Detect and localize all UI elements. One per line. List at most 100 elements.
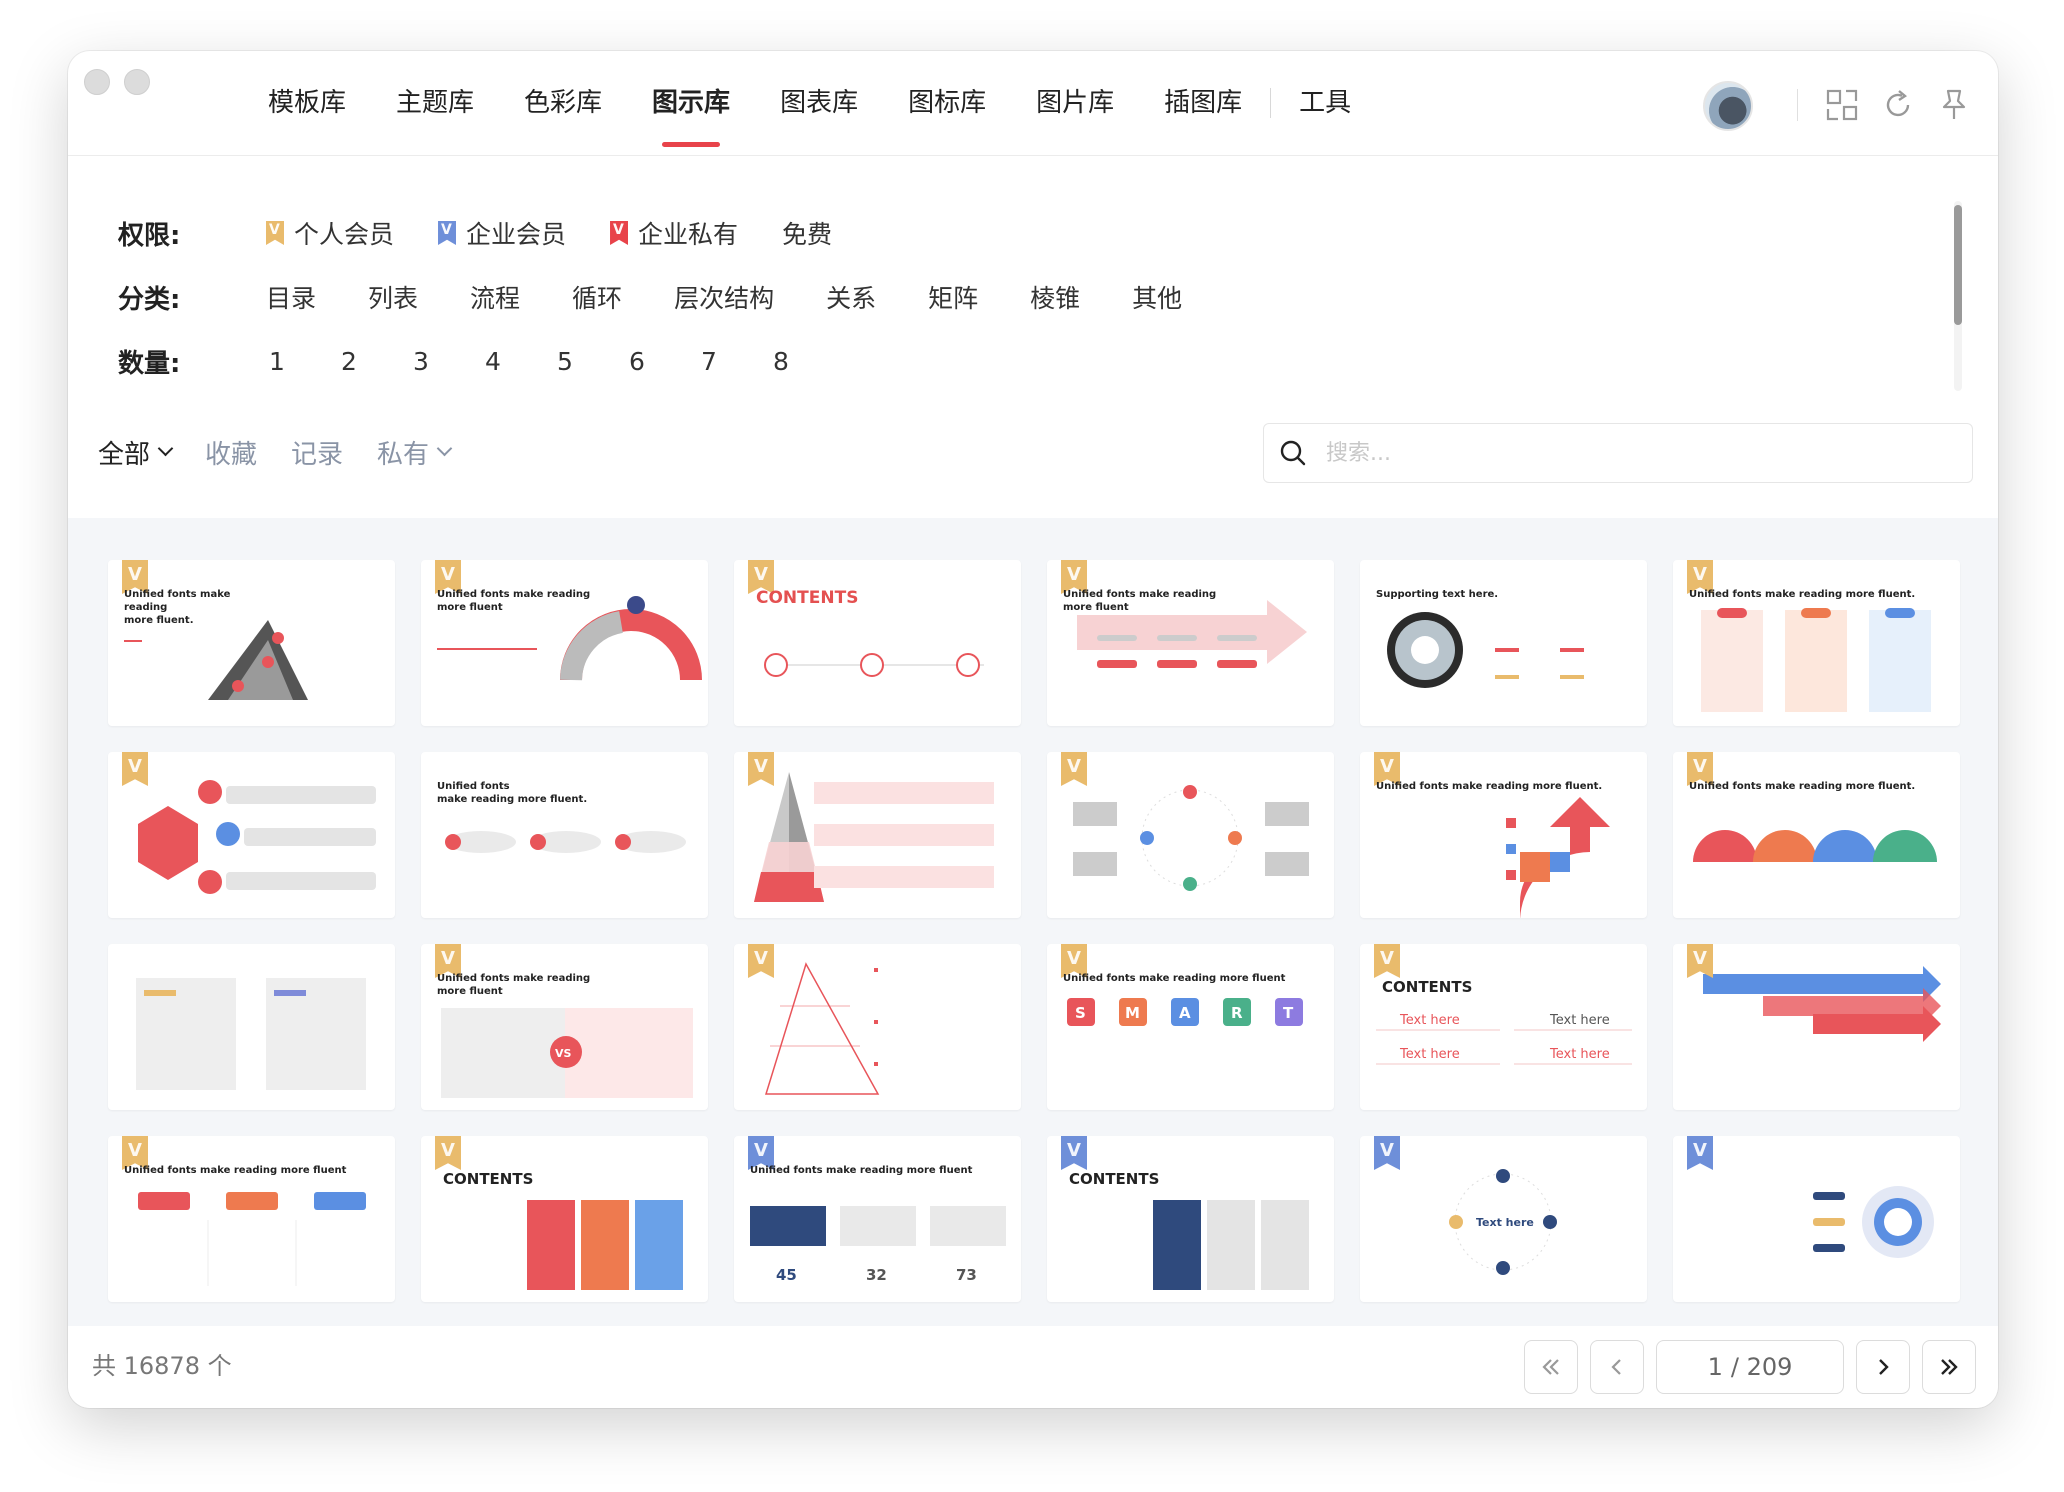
tab-tools[interactable]: 工具: [1299, 81, 1351, 125]
diagram-card[interactable]: CONTENTS: [734, 560, 1021, 726]
category-option-3[interactable]: 循环: [572, 279, 622, 315]
refresh-icon[interactable]: [1880, 87, 1916, 123]
svg-text:M: M: [1125, 1004, 1140, 1022]
count-row: 数量: 1 2 3 4 5 6 7 8: [118, 329, 1738, 393]
diagram-thumbnail: [754, 772, 994, 902]
diagram-card[interactable]: CONTENTS: [1047, 1136, 1334, 1302]
svg-text:R: R: [1231, 1004, 1243, 1022]
tab-1[interactable]: 主题库: [396, 81, 474, 125]
diagram-card[interactable]: [108, 752, 395, 918]
count-option-5[interactable]: 6: [626, 347, 648, 376]
diagram-card[interactable]: Unified fonts make reading more fluent.: [1673, 752, 1960, 918]
tab-0[interactable]: 模板库: [268, 81, 346, 125]
current-page: 1: [1707, 1353, 1723, 1381]
card-title: Unified fonts make reading more fluent: [437, 589, 591, 613]
count-option-4[interactable]: 5: [554, 347, 576, 376]
permission-option-0[interactable]: 个人会员: [266, 215, 394, 251]
filter-private-dropdown[interactable]: 私有: [377, 434, 453, 471]
permission-label: 权限:: [118, 220, 181, 251]
filter-favorites[interactable]: 收藏: [205, 434, 257, 471]
chevron-down-icon: [157, 440, 174, 457]
tab-2[interactable]: 色彩库: [524, 81, 602, 125]
card-title: Unified fonts make reading more fluent.: [1689, 781, 1916, 792]
diagram-card[interactable]: VS Unified fonts make reading more fluent: [421, 944, 708, 1110]
layout-icon[interactable]: [1824, 87, 1860, 123]
diagram-card[interactable]: Unified fonts make reading more fluent.: [1360, 752, 1647, 918]
tab-3[interactable]: 图示库: [652, 81, 730, 147]
diagram-card[interactable]: [1673, 944, 1960, 1110]
diagram-card[interactable]: CONTENTS: [421, 1136, 708, 1302]
scrollbar-thumb[interactable]: [1954, 205, 1962, 325]
diagram-thumbnail: [1693, 830, 1937, 862]
diagram-card[interactable]: Unified fonts make reading more fluent.: [1673, 560, 1960, 726]
user-avatar[interactable]: [1703, 81, 1753, 131]
chevron-left-icon: [1611, 1359, 1621, 1375]
diagram-card[interactable]: Supporting text here.: [1360, 560, 1647, 726]
pin-icon[interactable]: [1936, 87, 1972, 123]
count-option-7[interactable]: 8: [770, 347, 792, 376]
diagram-thumbnail: [138, 780, 376, 894]
category-option-1[interactable]: 列表: [368, 279, 418, 315]
diagram-card[interactable]: [1047, 752, 1334, 918]
count-option-2[interactable]: 3: [410, 347, 432, 376]
diagram-card[interactable]: [734, 944, 1021, 1110]
tab-6[interactable]: 图片库: [1036, 81, 1114, 125]
page-input[interactable]: 1 / 209: [1656, 1340, 1844, 1394]
diagram-card[interactable]: [108, 944, 395, 1110]
diagram-thumbnail: [1077, 600, 1307, 668]
category-option-6[interactable]: 矩阵: [928, 279, 978, 315]
category-option-0[interactable]: 目录: [266, 279, 316, 315]
first-page-button[interactable]: [1524, 1340, 1578, 1394]
filter-records[interactable]: 记录: [291, 434, 343, 471]
category-option-2[interactable]: 流程: [470, 279, 520, 315]
diagram-card[interactable]: [734, 752, 1021, 918]
tab-4[interactable]: 图表库: [780, 81, 858, 125]
category-option-8[interactable]: 其他: [1132, 279, 1182, 315]
diagram-card[interactable]: Text here: [1360, 1136, 1647, 1302]
category-option-5[interactable]: 关系: [826, 279, 876, 315]
diagram-card[interactable]: Unified fonts make reading more fluent: [421, 560, 708, 726]
permission-option-label: 企业私有: [638, 220, 739, 249]
chevron-down-icon: [436, 440, 453, 457]
diagram-card[interactable]: Unified fonts make reading more fluent.: [421, 752, 708, 918]
diagram-thumbnail: SMART: [1067, 998, 1303, 1026]
diagram-thumbnail: [136, 978, 366, 1090]
tab-5[interactable]: 图标库: [908, 81, 986, 125]
permission-option-label: 免费: [782, 220, 833, 249]
diagram-card[interactable]: Unified fonts make reading more fluent.: [108, 560, 395, 726]
diagram-card[interactable]: [1673, 1136, 1960, 1302]
diagram-card[interactable]: Unified fonts make reading more fluent: [108, 1136, 395, 1302]
count-option-0[interactable]: 1: [266, 347, 288, 376]
filter-scrollbar[interactable]: [1954, 201, 1962, 391]
permission-option-2[interactable]: 企业私有: [610, 215, 738, 251]
search-input[interactable]: [1324, 439, 1928, 467]
diagram-grid-area: Unified fonts make reading more fluent. U…: [68, 518, 1998, 1326]
diagram-card[interactable]: Unified fonts make reading more fluent: [1047, 560, 1334, 726]
count-option-1[interactable]: 2: [338, 347, 360, 376]
count-option-6[interactable]: 7: [698, 347, 720, 376]
category-option-7[interactable]: 棱锥: [1030, 279, 1080, 315]
vip-badge-icon: [610, 221, 629, 245]
card-title: Unified fonts make reading more fluent: [437, 973, 591, 997]
diagram-card[interactable]: Text here Text here Text here Text here CONT…: [1360, 944, 1647, 1110]
svg-text:73: 73: [956, 1266, 977, 1284]
svg-text:T: T: [1283, 1004, 1294, 1022]
diagram-thumbnail: 45 32 73: [750, 1206, 1006, 1284]
category-option-4[interactable]: 层次结构: [674, 279, 774, 315]
diagram-card[interactable]: S M A R T Unified fonts make reading more flu…: [1047, 944, 1334, 1110]
diagram-card[interactable]: 45 32 73 Unified fonts make reading more fl…: [734, 1136, 1021, 1302]
permission-option-1[interactable]: 企业会员: [438, 215, 566, 251]
filter-private-label: 私有: [377, 440, 430, 470]
filter-all-dropdown[interactable]: 全部: [98, 434, 174, 471]
search-box[interactable]: [1263, 423, 1973, 483]
svg-text:Text here: Text here: [1549, 1013, 1610, 1028]
card-title: CONTENTS: [1382, 978, 1473, 996]
prev-page-button[interactable]: [1590, 1340, 1644, 1394]
count-option-3[interactable]: 4: [482, 347, 504, 376]
permission-option-3[interactable]: 免费: [782, 215, 832, 251]
next-page-button[interactable]: [1856, 1340, 1910, 1394]
permission-option-label: 企业会员: [466, 220, 567, 249]
tab-7[interactable]: 插图库: [1164, 81, 1242, 125]
card-title: Unified fonts make reading more fluent: [1063, 973, 1286, 984]
last-page-button[interactable]: [1922, 1340, 1976, 1394]
